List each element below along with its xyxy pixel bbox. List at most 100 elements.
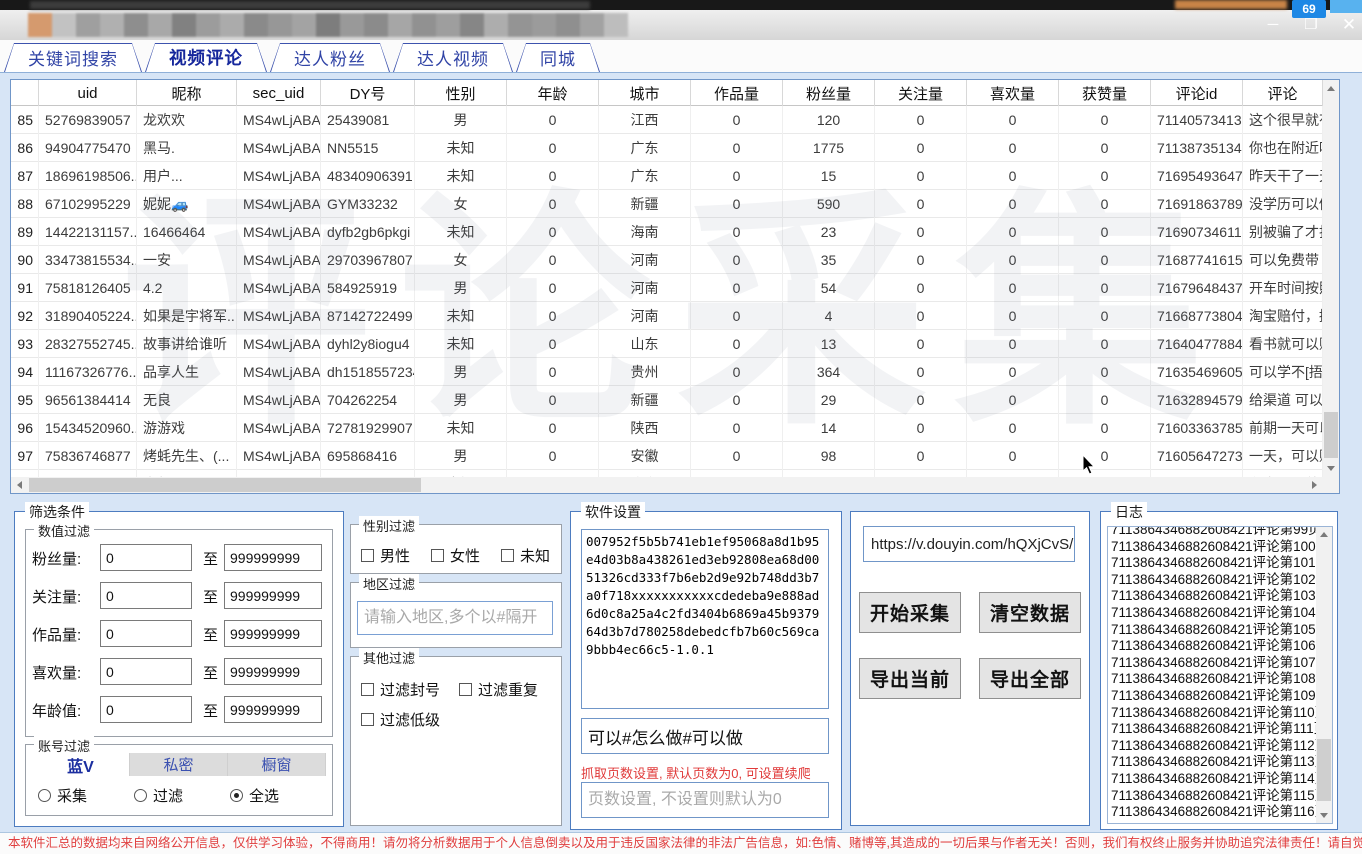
table-cell: 590 (783, 190, 875, 218)
range-to-input[interactable] (224, 582, 322, 609)
table-row[interactable]: 8914422131157...16466464MS4wLjABAA...dyf… (11, 218, 1323, 246)
column-header[interactable]: 评论id (1151, 80, 1243, 106)
checkbox-icon[interactable] (361, 713, 374, 726)
log-scrollbar[interactable] (1316, 527, 1332, 823)
row-number: 97 (11, 442, 39, 470)
vertical-scroll-thumb[interactable] (1324, 412, 1338, 458)
mouse-cursor (1082, 455, 1096, 480)
checkbox-icon[interactable] (459, 683, 472, 696)
table-row[interactable]: 9033473815534...一安MS4wLjABAA...297039678… (11, 246, 1323, 274)
tab-influencer-videos[interactable]: 达人视频 (393, 43, 513, 72)
scroll-down-icon[interactable] (1320, 813, 1328, 818)
export-current-button[interactable]: 导出当前 (859, 658, 961, 699)
table-row[interactable]: 8718696198506...用户...MS4wLjABAA...483409… (11, 162, 1323, 190)
account-radio[interactable]: 采集 (38, 785, 87, 806)
range-from-input[interactable] (100, 620, 192, 647)
page-count-input[interactable] (581, 782, 829, 818)
table-row[interactable]: 9898440083202大年9MS4wLjABAA...AMV_mai 03.… (11, 470, 1323, 477)
tab-influencer-fans[interactable]: 达人粉丝 (270, 43, 390, 72)
vertical-scrollbar[interactable] (1323, 80, 1339, 477)
video-url-input[interactable] (863, 526, 1075, 562)
other-checkbox[interactable]: 过滤封号 (361, 679, 440, 700)
table-row[interactable]: 8552769839057龙欢欢MS4wLjABAA...25439081男0江… (11, 106, 1323, 134)
radio-icon[interactable] (134, 789, 147, 802)
start-collect-button[interactable]: 开始采集 (859, 592, 961, 633)
checkbox-icon[interactable] (361, 683, 374, 696)
tab-keyword-search[interactable]: 关键词搜索 (4, 43, 142, 72)
gender-checkbox[interactable]: 女性 (431, 545, 480, 566)
software-settings-panel: 软件设置 007952f5b5b741eb1ef95068a8d1b95e4d0… (570, 511, 842, 830)
range-to-input[interactable] (224, 544, 322, 571)
table-cell: 大年9 (137, 470, 237, 477)
column-header[interactable]: 获赞量 (1059, 80, 1151, 106)
table-row[interactable]: 91758181264054.2MS4wLjABAA...584925919男0… (11, 274, 1323, 302)
numeric-filter-row: 作品量:至 (26, 614, 332, 652)
table-cell: GYM33232 (321, 190, 415, 218)
other-checkbox[interactable]: 过滤重复 (459, 679, 538, 700)
radio-icon[interactable] (230, 789, 243, 802)
other-checkbox[interactable]: 过滤低级 (361, 709, 440, 730)
horizontal-scroll-thumb[interactable] (29, 478, 421, 492)
table-row[interactable]: 9775836746877烤蚝先生、(...MS4wLjABAA...69586… (11, 442, 1323, 470)
column-header[interactable]: 城市 (599, 80, 691, 106)
tab-video-comments[interactable]: 视频评论 (145, 43, 267, 72)
clear-data-button[interactable]: 清空数据 (979, 592, 1081, 633)
scroll-up-icon[interactable] (1327, 86, 1335, 91)
region-input[interactable] (357, 601, 553, 635)
table-row[interactable]: 9411167326776...品享人生MS4wLjABAA...dh15185… (11, 358, 1323, 386)
table-row[interactable]: 8694904775470黑马.MS4wLjABAA...NN5515未知0广东… (11, 134, 1323, 162)
log-list[interactable]: 7113864346882608421评论第99页711386434688260… (1107, 526, 1333, 824)
minimize-button[interactable]: ─ (1258, 14, 1288, 36)
checkbox-icon[interactable] (361, 549, 374, 562)
account-radio[interactable]: 过滤 (134, 785, 183, 806)
column-header[interactable]: 作品量 (691, 80, 783, 106)
range-from-input[interactable] (100, 696, 192, 723)
scroll-up-icon[interactable] (1320, 532, 1328, 537)
table-row[interactable]: 9328327552745...故事讲给谁听MS4wLjABAA...dyhl2… (11, 330, 1323, 358)
range-to-input[interactable] (224, 696, 322, 723)
scroll-down-icon[interactable] (1327, 466, 1335, 471)
range-to-input[interactable] (224, 658, 322, 685)
table-body[interactable]: 8552769839057龙欢欢MS4wLjABAA...25439081男0江… (11, 106, 1323, 477)
account-tab[interactable]: 蓝V (32, 753, 130, 776)
account-radio[interactable]: 全选 (230, 785, 279, 806)
range-from-input[interactable] (100, 658, 192, 685)
tab-same-city[interactable]: 同城 (516, 43, 600, 72)
scroll-right-icon[interactable] (1312, 481, 1317, 489)
keyword-input[interactable] (581, 718, 829, 754)
column-header[interactable]: uid (39, 80, 137, 106)
account-tab[interactable]: 私密 (130, 753, 228, 776)
checkbox-icon[interactable] (431, 549, 444, 562)
table-row[interactable]: 8867102995229妮妮🚙MS4wLjABAA...GYM33232女0新… (11, 190, 1323, 218)
table-cell: 75836746877 (39, 442, 137, 470)
table-cell: 0 (507, 218, 599, 246)
gender-checkbox[interactable]: 男性 (361, 545, 410, 566)
column-header[interactable]: 年龄 (507, 80, 599, 106)
column-header[interactable]: DY号 (321, 80, 415, 106)
column-header[interactable]: 评论 (1243, 80, 1323, 106)
table-row[interactable]: 9615434520960...游游戏MS4wLjABAA...72781929… (11, 414, 1323, 442)
radio-icon[interactable] (38, 789, 51, 802)
column-header[interactable]: 粉丝量 (783, 80, 875, 106)
range-from-input[interactable] (100, 582, 192, 609)
column-header[interactable]: 昵称 (137, 80, 237, 106)
column-header[interactable]: 性别 (415, 80, 507, 106)
page-count-hint: 抓取页数设置, 默认页数为0, 可设置续爬 (581, 763, 811, 782)
column-header[interactable]: sec_uid (237, 80, 321, 106)
scroll-left-icon[interactable] (17, 481, 22, 489)
log-scroll-thumb[interactable] (1317, 739, 1331, 801)
license-token-box[interactable]: 007952f5b5b741eb1ef95068a8d1b95e4d03b8a4… (581, 529, 829, 709)
account-tab[interactable]: 橱窗 (228, 753, 326, 776)
checkbox-icon[interactable] (501, 549, 514, 562)
table-row[interactable]: 9231890405224...如果是宇将军...MS4wLjABAA...87… (11, 302, 1323, 330)
range-to-input[interactable] (224, 620, 322, 647)
close-button[interactable]: ✕ (1334, 14, 1362, 36)
column-header[interactable]: 喜欢量 (967, 80, 1059, 106)
table-cell: 52769839057 (39, 106, 137, 134)
column-header[interactable]: 关注量 (875, 80, 967, 106)
horizontal-scrollbar[interactable] (11, 477, 1323, 493)
gender-checkbox[interactable]: 未知 (501, 545, 550, 566)
export-all-button[interactable]: 导出全部 (979, 658, 1081, 699)
table-row[interactable]: 9596561384414无良MS4wLjABAA...704262254男0新… (11, 386, 1323, 414)
range-from-input[interactable] (100, 544, 192, 571)
